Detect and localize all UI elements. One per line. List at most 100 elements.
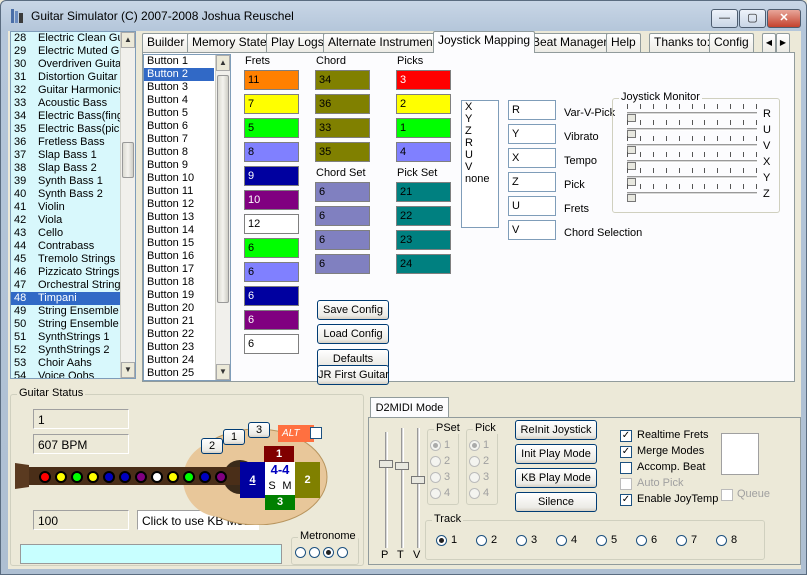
instrument-item[interactable]: 28 Electric Clean Gui [11,32,135,45]
disabled-radio[interactable] [469,456,480,467]
fret-button-1[interactable]: 1 [264,446,294,462]
d2midi-vertical-slider[interactable] [395,428,409,548]
fret-mapping-field[interactable]: 5 [244,118,299,138]
metronome-radio[interactable] [337,547,348,558]
track-radio[interactable] [596,535,607,546]
tab-scroll-right-icon[interactable]: ▶ [776,33,790,52]
fret-button-4[interactable]: 4 [240,462,265,498]
chord-mapping-field[interactable]: 35 [315,142,370,162]
jr-first-guitar-button[interactable]: JR First Guitar [317,365,389,385]
option-checkbox[interactable] [620,462,632,474]
scroll-up-icon[interactable]: ▲ [216,55,230,71]
instrument-item[interactable]: 30 Overdriven Guitar [11,58,135,71]
pick-set-field[interactable]: 23 [396,230,451,250]
instrument-item[interactable]: 40 Synth Bass 2 [11,188,135,201]
chord-set-field[interactable]: 6 [315,254,370,274]
tab-builder[interactable]: Builder [142,33,190,52]
track-radio[interactable] [436,535,447,546]
tab-play-logs[interactable]: Play Logs [266,33,329,52]
fret-mapping-field[interactable]: 7 [244,94,299,114]
button-list-item[interactable]: Button 21 [144,315,214,328]
instrument-item[interactable]: 54 Voice Oohs [11,370,135,378]
slider-knob[interactable] [395,462,409,470]
maximize-button[interactable]: ▢ [739,9,766,28]
button-list-item[interactable]: Button 23 [144,341,214,354]
disabled-radio[interactable] [430,456,441,467]
button-list[interactable]: Button 1 Button 2 Button 3 Button 4 Button 5… [143,54,231,381]
axis-assignment-field[interactable]: R [508,100,556,120]
instrument-item[interactable]: 42 Viola [11,214,135,227]
instrument-item[interactable]: 37 Slap Bass 1 [11,149,135,162]
button-list-item[interactable]: Button 16 [144,250,214,263]
option-checkbox[interactable]: ✓ [620,494,632,506]
guitar-button-3[interactable]: 3 [248,422,270,438]
track-radio[interactable] [476,535,487,546]
axis-assignment-field[interactable]: V [508,220,556,240]
metronome-radio[interactable] [309,547,320,558]
fret-mapping-field[interactable]: 6 [244,334,299,354]
chord-mapping-field[interactable]: 34 [315,70,370,90]
chord-set-field[interactable]: 6 [315,182,370,202]
instrument-item[interactable]: 48 Timpani [11,292,135,305]
axis-listbox[interactable]: X Y Z R U Vnone [461,100,499,228]
guitar-button-2[interactable]: 2 [201,438,223,454]
button-list-item[interactable]: Button 10 [144,172,214,185]
instrument-item[interactable]: 31 Distortion Guitar [11,71,135,84]
instrument-item[interactable]: 49 String Ensemble 1 [11,305,135,318]
instrument-item[interactable]: 41 Violin [11,201,135,214]
tab-help[interactable]: Help [606,33,641,52]
instrument-item[interactable]: 36 Fretless Bass [11,136,135,149]
instrument-item[interactable]: 51 SynthStrings 1 [11,331,135,344]
scroll-down-icon[interactable]: ▼ [216,364,230,380]
fret-mapping-field[interactable]: 10 [244,190,299,210]
track-radio[interactable] [676,535,687,546]
axis-list-item[interactable]: Z [462,125,498,137]
button-list-item[interactable]: Button 7 [144,133,214,146]
fret-mapping-field[interactable]: 6 [244,238,299,258]
axis-list-item[interactable]: V [462,161,498,173]
button-list-item[interactable]: Button 12 [144,198,214,211]
button-list-item[interactable]: Button 18 [144,276,214,289]
scroll-thumb[interactable] [122,142,134,178]
d2midi-vertical-slider[interactable] [411,428,425,548]
button-list-item[interactable]: Button 11 [144,185,214,198]
pick-mapping-field[interactable]: 1 [396,118,451,138]
button-list-scrollbar[interactable]: ▲ ▼ [215,55,230,380]
axis-assignment-field[interactable]: Y [508,124,556,144]
button-list-item[interactable]: Button 3 [144,81,214,94]
pick-set-field[interactable]: 24 [396,254,451,274]
button-list-item[interactable]: Button 24 [144,354,214,367]
fret-mapping-field[interactable]: 12 [244,214,299,234]
fret-mapping-field[interactable]: 6 [244,310,299,330]
solo-button[interactable]: S [265,478,279,495]
scroll-down-icon[interactable]: ▼ [121,362,135,378]
chord-set-field[interactable]: 6 [315,230,370,250]
scroll-thumb[interactable] [217,75,229,303]
disabled-radio[interactable] [430,440,441,451]
track-radio[interactable] [716,535,727,546]
disabled-radio[interactable] [469,472,480,483]
instrument-item[interactable]: 47 Orchestral Strings [11,279,135,292]
fret-mapping-field[interactable]: 11 [244,70,299,90]
instrument-item[interactable]: 44 Contrabass [11,240,135,253]
close-button[interactable]: ✕ [767,9,801,28]
alt-checkbox[interactable] [310,427,322,439]
axis-assignment-field[interactable]: Z [508,172,556,192]
minimize-button[interactable]: — [711,9,738,28]
instrument-item[interactable]: 52 SynthStrings 2 [11,344,135,357]
pick-set-field[interactable]: 21 [396,182,451,202]
instrument-item[interactable]: 38 Slap Bass 2 [11,162,135,175]
option-checkbox[interactable]: ✓ [620,430,632,442]
button-list-item[interactable]: Button 17 [144,263,214,276]
tab-thanks[interactable]: Thanks to: [649,33,716,52]
pick-mapping-field[interactable]: 2 [396,94,451,114]
scroll-up-icon[interactable]: ▲ [121,32,135,48]
fret-button-2[interactable]: 2 [295,462,320,498]
tab-config[interactable]: Config [709,33,754,52]
axis-list-item[interactable]: U [462,149,498,161]
metronome-radio[interactable] [295,547,306,558]
option-checkbox[interactable]: ✓ [620,446,632,458]
tab-beat-manager[interactable]: Beat Manager [527,33,613,52]
instrument-item[interactable]: 46 Pizzicato Strings [11,266,135,279]
disabled-radio[interactable] [469,488,480,499]
